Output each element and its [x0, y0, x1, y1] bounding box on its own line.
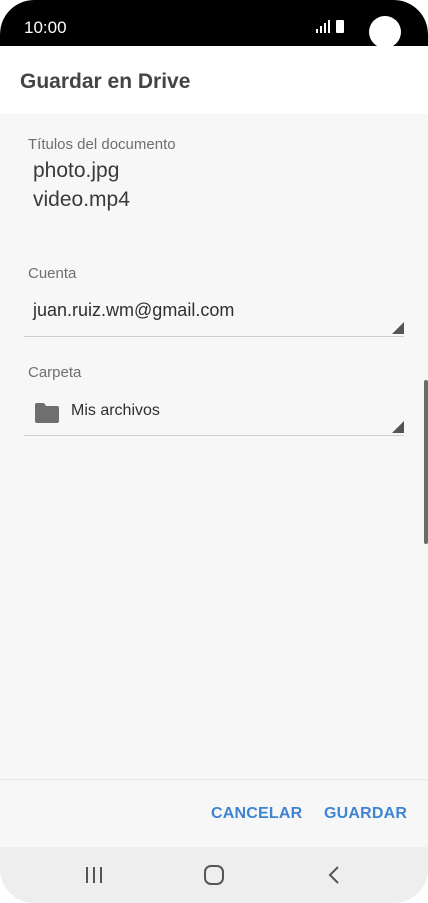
- status-time: 10:00: [24, 18, 67, 37]
- account-dropdown[interactable]: juan.ruiz.wm@gmail.com: [24, 290, 404, 337]
- dropdown-corner-icon: [392, 421, 404, 433]
- document-title-item: video.mp4: [33, 188, 130, 211]
- document-title-item: photo.jpg: [33, 159, 120, 182]
- signal-icon: [316, 20, 330, 33]
- document-titles-label: Títulos del documento: [28, 136, 176, 153]
- account-label: Cuenta: [28, 265, 77, 282]
- folder-dropdown[interactable]: Mis archivos: [24, 389, 404, 436]
- dropdown-corner-icon: [392, 322, 404, 334]
- save-button[interactable]: GUARDAR: [324, 805, 407, 823]
- folder-label: Carpeta: [28, 364, 82, 381]
- home-icon[interactable]: [199, 861, 229, 889]
- scroll-handle[interactable]: [424, 380, 428, 544]
- form-content: Títulos del documento photo.jpg video.mp…: [0, 114, 428, 779]
- battery-icon: [336, 20, 344, 33]
- account-value: juan.ruiz.wm@gmail.com: [33, 300, 235, 320]
- cancel-button[interactable]: CANCELAR: [211, 805, 302, 823]
- back-icon[interactable]: [320, 861, 350, 889]
- folder-value: Mis archivos: [71, 402, 160, 419]
- folder-icon: [35, 403, 59, 423]
- status-bar: 10:00: [0, 0, 428, 48]
- app-header: Guardar en Drive: [0, 46, 428, 114]
- recent-apps-icon[interactable]: [79, 861, 109, 889]
- action-bar: CANCELAR GUARDAR: [0, 779, 428, 848]
- page-title: Guardar en Drive: [20, 70, 191, 93]
- navigation-bar: [0, 847, 428, 903]
- phone-screen: 10:00 Guardar en Drive Títulos del docum…: [0, 0, 428, 903]
- camera-cutout: [369, 16, 401, 48]
